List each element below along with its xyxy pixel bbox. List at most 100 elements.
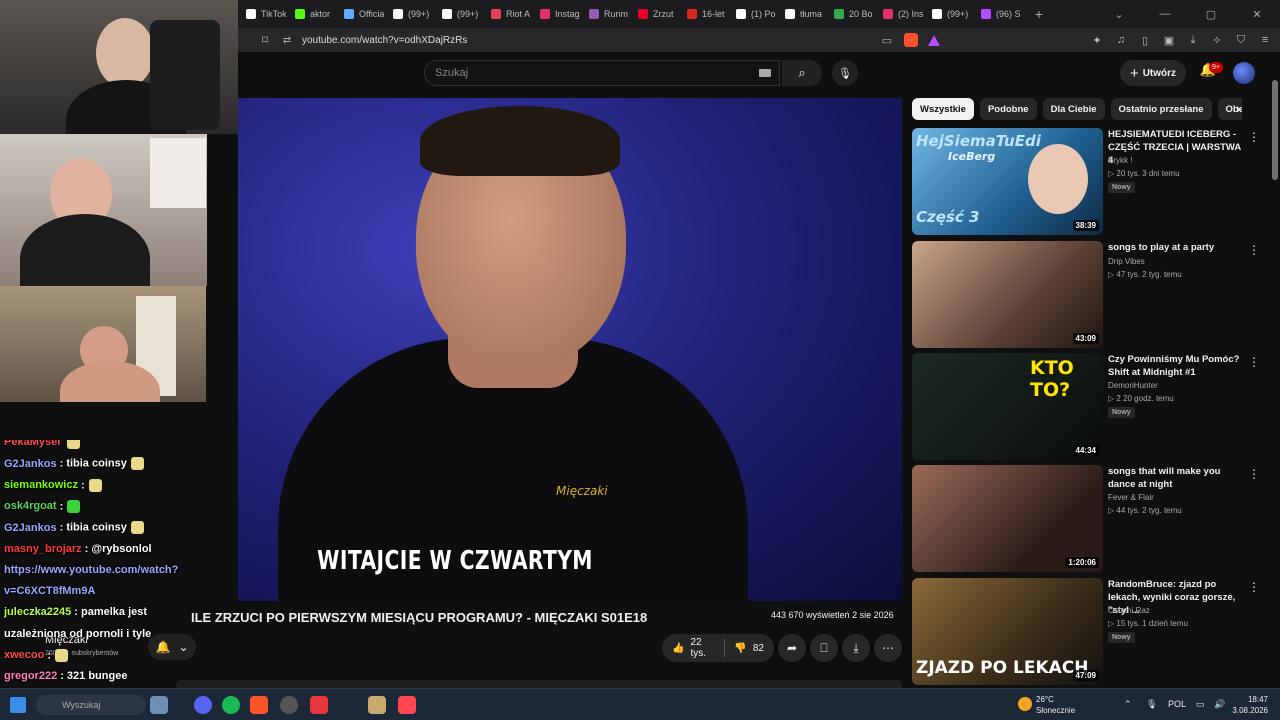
browser-tab[interactable]: aktor bbox=[287, 3, 336, 25]
weather-widget[interactable]: 26°C Słonecznie bbox=[1036, 694, 1075, 716]
scrollbar-thumb[interactable] bbox=[1272, 80, 1278, 180]
tab-search-icon[interactable]: ⌄ bbox=[1096, 8, 1142, 21]
chat-username[interactable]: siemankowicz bbox=[4, 479, 78, 491]
recommendation-thumbnail[interactable]: ZJAZD PO LEKACH 47:09 bbox=[912, 578, 1103, 685]
recommendation-channel[interactable]: DemonHunter bbox=[1108, 381, 1158, 390]
more-options-icon[interactable]: ⋮ bbox=[1248, 580, 1260, 594]
site-info-icon[interactable]: ⇄ bbox=[278, 35, 296, 46]
network-icon[interactable]: ▭ bbox=[1196, 699, 1205, 710]
create-button[interactable]: + Utwórz bbox=[1120, 60, 1186, 86]
minimize-icon[interactable]: — bbox=[1142, 8, 1188, 20]
video-player[interactable]: Mięczaki WITAJCIE W CZWARTYM bbox=[238, 98, 902, 601]
chevron-right-icon[interactable]: › bbox=[1236, 100, 1241, 116]
chat-username[interactable]: PekaMysel bbox=[4, 440, 60, 448]
browser-tab[interactable]: tłuma bbox=[777, 3, 826, 25]
brave-icon[interactable] bbox=[250, 696, 268, 714]
like-button[interactable]: 👍 22 tys. bbox=[662, 634, 724, 662]
recommendation-title[interactable]: songs that will make you dance at night bbox=[1108, 465, 1246, 491]
recommendation-item[interactable]: 1:20:06 songs that will make you dance at… bbox=[912, 465, 1262, 573]
browser-tab[interactable]: (2) Ins bbox=[875, 3, 924, 25]
search-input[interactable]: Szukaj bbox=[424, 60, 780, 86]
dislike-button[interactable]: 👎 82 bbox=[724, 634, 774, 662]
more-actions-button[interactable]: ⋯ bbox=[874, 634, 902, 662]
recommendation-item[interactable]: KTO TO? 44:34 Czy Powinniśmy Mu Pomóc? Shi… bbox=[912, 353, 1262, 461]
browser-tab[interactable]: (96) S bbox=[973, 3, 1022, 25]
sidebar-icon[interactable]: ▯ bbox=[1138, 34, 1152, 47]
clock[interactable]: 18:47 3.08.2026 bbox=[1232, 694, 1268, 716]
browser-tab[interactable]: 20 Bo bbox=[826, 3, 875, 25]
riot-client-icon[interactable] bbox=[310, 696, 328, 714]
browser-tab[interactable]: Zrzut bbox=[630, 3, 679, 25]
recommendation-thumbnail[interactable]: 1:20:06 bbox=[912, 465, 1103, 572]
voice-search-button[interactable]: 🎙 bbox=[832, 60, 858, 86]
menu-icon[interactable]: ≡ bbox=[1258, 34, 1272, 46]
tray-chevron-icon[interactable]: ⌃ bbox=[1124, 699, 1132, 710]
cast-icon[interactable]: ▭ bbox=[880, 34, 894, 47]
download-icon[interactable]: ⤓ bbox=[1186, 34, 1200, 47]
recommendation-thumbnail[interactable]: KTO TO? 44:34 bbox=[912, 353, 1103, 460]
browser-tab[interactable]: (99+) bbox=[434, 3, 483, 25]
recommendation-channel[interactable]: Ostatni Raz bbox=[1108, 606, 1150, 615]
more-options-icon[interactable]: ⋮ bbox=[1248, 355, 1260, 369]
recommendation-channel[interactable]: Drip Vibes bbox=[1108, 257, 1145, 266]
bookmark-icon[interactable]: ⌑ bbox=[252, 33, 278, 47]
steam-icon[interactable] bbox=[338, 696, 356, 714]
extensions-icon[interactable]: ✦ bbox=[1090, 34, 1104, 47]
share-button[interactable]: ➦ bbox=[778, 634, 806, 662]
more-options-icon[interactable]: ⋮ bbox=[1248, 130, 1260, 144]
chat-username[interactable]: xwecoo bbox=[4, 649, 44, 661]
recommendation-item[interactable]: 43:09 songs to play at a party Drip Vibes ▷… bbox=[912, 241, 1262, 349]
save-button[interactable]: ⎕ bbox=[810, 634, 838, 662]
chip-ostatnio-przesłane[interactable]: Ostatnio przesłane bbox=[1110, 98, 1212, 120]
browser-tab[interactable]: (99+) bbox=[924, 3, 973, 25]
chip-podobne[interactable]: Podobne bbox=[979, 98, 1037, 120]
more-options-icon[interactable]: ⋮ bbox=[1248, 467, 1260, 481]
new-tab-icon[interactable]: + bbox=[1028, 6, 1050, 22]
valorant-icon[interactable] bbox=[398, 696, 416, 714]
chat-username[interactable]: gregor222 bbox=[4, 670, 57, 682]
chip-wszystkie[interactable]: Wszystkie bbox=[912, 98, 974, 120]
volume-icon[interactable]: 🔊 bbox=[1214, 699, 1225, 710]
browser-tab[interactable]: Riot A bbox=[483, 3, 532, 25]
recommendation-thumbnail[interactable]: 43:09 bbox=[912, 241, 1103, 348]
chat-username[interactable]: G2Jankos bbox=[4, 458, 57, 470]
close-window-icon[interactable]: ✕ bbox=[1234, 8, 1280, 21]
recommendation-item[interactable]: HejSiemaTuEdi IceBerg Część 3 38:39 HEJSIEMA… bbox=[912, 128, 1262, 236]
browser-tab[interactable]: Official bbox=[336, 3, 385, 25]
vpn-icon[interactable]: ⛉ bbox=[1234, 34, 1248, 47]
recommendation-title[interactable]: Czy Powinniśmy Mu Pomóc? Shift at Midnig… bbox=[1108, 353, 1246, 379]
recommendation-title[interactable]: songs to play at a party bbox=[1108, 241, 1246, 254]
browser-tab[interactable]: Instag bbox=[532, 3, 581, 25]
start-icon[interactable] bbox=[10, 697, 26, 713]
url-field[interactable]: youtube.com/watch?v=odhXDajRzRs bbox=[302, 35, 862, 46]
chat-username[interactable]: juleczka2245 bbox=[4, 606, 71, 618]
recommendation-thumbnail[interactable]: HejSiemaTuEdi IceBerg Część 3 38:39 bbox=[912, 128, 1103, 235]
language-indicator[interactable]: POL bbox=[1168, 699, 1186, 709]
leo-icon[interactable]: ✧ bbox=[1210, 34, 1224, 47]
discord-icon[interactable] bbox=[194, 696, 212, 714]
chat-username[interactable]: masny_brojarz bbox=[4, 543, 82, 555]
maximize-icon[interactable]: ▢ bbox=[1188, 8, 1234, 21]
brave-rewards-icon[interactable] bbox=[928, 34, 940, 46]
browser-tab[interactable]: (1) Po bbox=[728, 3, 777, 25]
spotify-icon[interactable] bbox=[222, 696, 240, 714]
obs-icon[interactable] bbox=[280, 696, 298, 714]
media-icon[interactable]: ♫ bbox=[1114, 34, 1128, 46]
recommendation-item[interactable]: ZJAZD PO LEKACH 47:09 RandomBruce: zjazd p… bbox=[912, 578, 1262, 686]
recommendation-channel[interactable]: Erykk ! bbox=[1108, 156, 1132, 165]
mic-tray-icon[interactable]: 🎙 bbox=[1146, 699, 1157, 710]
brave-shield-icon[interactable] bbox=[904, 33, 918, 47]
widgets-icon[interactable] bbox=[150, 696, 168, 714]
browser-tab[interactable]: 16-let bbox=[679, 3, 728, 25]
download-button[interactable]: ⤓ bbox=[842, 634, 870, 662]
recommendation-channel[interactable]: Fever & Flair bbox=[1108, 493, 1154, 502]
more-options-icon[interactable]: ⋮ bbox=[1248, 243, 1260, 257]
taskbar-search[interactable]: Wyszukaj bbox=[36, 695, 146, 715]
user-avatar[interactable] bbox=[1233, 62, 1255, 84]
browser-tab[interactable]: (99+) bbox=[385, 3, 434, 25]
browser-tab[interactable]: TikTok bbox=[238, 3, 287, 25]
keyboard-icon[interactable] bbox=[759, 69, 771, 77]
search-button[interactable]: ⌕ bbox=[782, 60, 822, 86]
browser-tab[interactable]: Runm bbox=[581, 3, 630, 25]
league-icon[interactable] bbox=[368, 696, 386, 714]
